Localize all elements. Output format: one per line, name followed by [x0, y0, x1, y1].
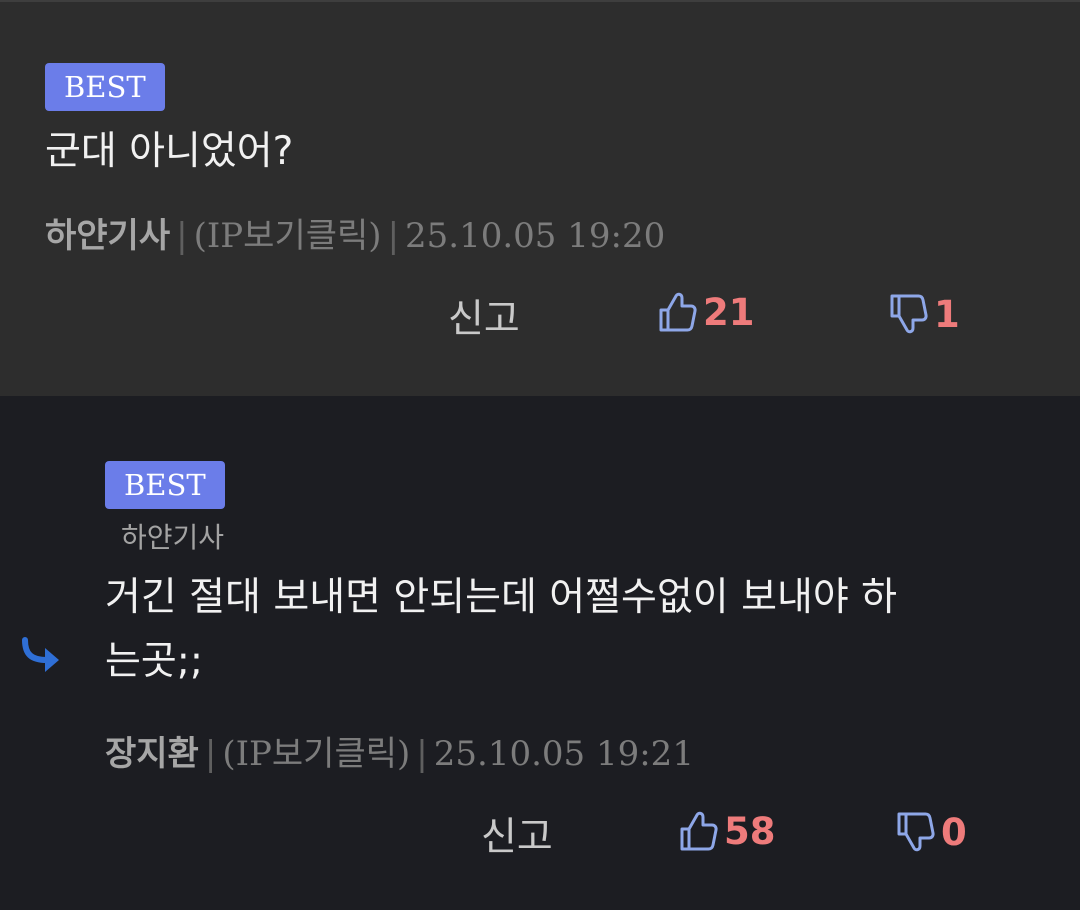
- report-button[interactable]: 신고: [448, 288, 520, 344]
- reply-comment-card: BEST 하얀기사 거긴 절대 보내면 안되는데 어쩔수없이 보내야 하 는곳;…: [0, 396, 1080, 910]
- comment-text: 군대 아니었어?: [45, 129, 294, 174]
- reply-arrow-icon: [22, 637, 59, 672]
- comment-card: BEST 군대 아니었어? 하얀기사 | (IP보기클릭) | 25.10.05 19:…: [0, 2, 1080, 396]
- meta-separator: |: [387, 216, 400, 256]
- meta-separator: |: [176, 216, 188, 256]
- ip-view-link[interactable]: (IP보기클릭): [222, 734, 410, 774]
- downvote-button[interactable]: 1: [888, 292, 960, 336]
- comment-meta: 장지환 | (IP보기클릭) | 25.10.05 19:21: [105, 726, 694, 775]
- thumbs-down-icon: [890, 294, 928, 334]
- thumbs-down-icon: [897, 812, 935, 852]
- reply-to-author: 하얀기사: [121, 521, 225, 554]
- ip-view-link[interactable]: (IP보기클릭): [194, 216, 382, 256]
- comment-text-line: 거긴 절대 보내면 안되는데 어쩔수없이 보내야 하: [105, 575, 897, 620]
- meta-separator: |: [416, 734, 428, 774]
- report-button[interactable]: 신고: [481, 806, 553, 862]
- comment-text: 거긴 절대 보내면 안되는데 어쩔수없이 보내야 하 는곳;;: [105, 566, 1025, 694]
- comment-meta: 하얀기사 | (IP보기클릭) | 25.10.05 19:20: [45, 208, 665, 257]
- thumbs-up-icon: [680, 811, 718, 851]
- meta-separator: |: [204, 734, 217, 774]
- thumbs-up-icon: [659, 292, 697, 332]
- author-name[interactable]: 하얀기사: [45, 216, 170, 256]
- upvote-button[interactable]: 58: [678, 809, 776, 853]
- comment-date: 25.10.05 19:21: [433, 734, 694, 774]
- comment-date: 25.10.05 19:20: [405, 216, 666, 256]
- best-badge: BEST: [105, 461, 225, 509]
- downvote-count: 1: [934, 292, 960, 336]
- upvote-button[interactable]: 21: [657, 290, 755, 334]
- downvote-count: 0: [941, 810, 967, 854]
- author-name[interactable]: 장지환: [105, 734, 199, 774]
- upvote-count: 58: [724, 809, 776, 853]
- downvote-button[interactable]: 0: [895, 810, 967, 854]
- best-badge: BEST: [45, 63, 165, 111]
- upvote-count: 21: [703, 290, 755, 334]
- comment-text-line: 는곳;;: [105, 639, 204, 684]
